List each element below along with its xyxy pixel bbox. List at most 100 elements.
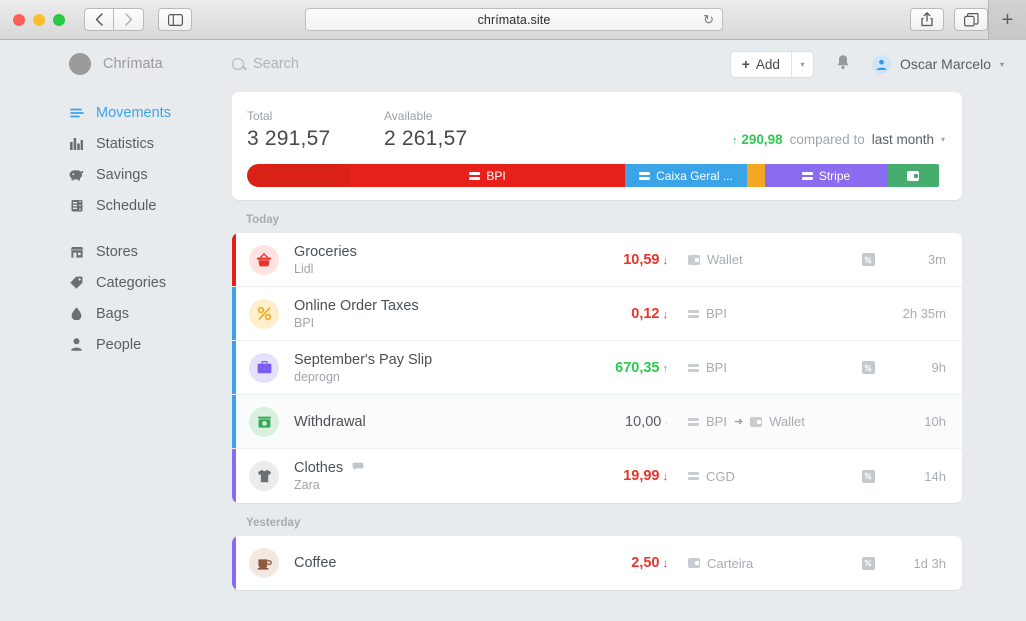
sidebar-item-label: Bags [96, 305, 130, 322]
search-input[interactable]: Search [232, 56, 299, 72]
briefcase-icon [249, 352, 279, 383]
table-row[interactable]: Coffee 2,50 ↓ Carteira 1d 3h [232, 536, 962, 590]
wallet-icon [688, 254, 700, 265]
sidebar: Movements Statistics Savings Schedule Stores… [0, 88, 232, 621]
sidebar-item-schedule[interactable]: Schedule [69, 190, 232, 221]
transaction-title-row: Withdrawal [294, 414, 625, 430]
sidebar-item-label: Schedule [96, 197, 157, 214]
add-button[interactable]: + Add [731, 52, 791, 77]
table-row[interactable]: Withdrawal 10,00 · BPI ➜ Wallet 10h [232, 395, 962, 449]
user-menu[interactable]: Oscar Marcelo ▾ [871, 54, 1004, 74]
account-name: BPI [706, 306, 727, 321]
transaction-subtitle: BPI [294, 315, 315, 330]
add-dropdown-button[interactable]: ▾ [790, 51, 813, 77]
share-button[interactable] [910, 8, 944, 31]
transaction-amount: 670,35 ↑ [615, 360, 668, 376]
total-value: 3 291,57 [247, 127, 331, 150]
sidebar-item-label: Movements [96, 104, 171, 121]
account-segment-stripe[interactable]: Stripe [765, 164, 887, 187]
available-label: Available [384, 109, 433, 123]
account-segment-unlabeled-0[interactable] [247, 164, 350, 187]
maximize-window-button[interactable] [53, 13, 65, 26]
account-name: Wallet [707, 252, 743, 267]
transaction-time: 1d 3h [913, 555, 946, 571]
transaction-title-row: Online Order Taxes [294, 298, 631, 314]
transaction-info: Withdrawal [279, 414, 625, 430]
transaction-title: Withdrawal [294, 413, 366, 430]
sidebar-item-categories[interactable]: Categories [69, 267, 232, 298]
day-group-label: Today [246, 214, 280, 226]
account-segment-unlabeled-3[interactable] [747, 164, 765, 187]
forward-button[interactable] [114, 8, 144, 31]
transaction-amount: 0,12 ↓ [631, 306, 668, 322]
account-segment-bpi[interactable]: BPI [350, 164, 625, 187]
percent-icon [249, 298, 279, 329]
bag-icon [69, 307, 84, 320]
transaction-title: September's Pay Slip [294, 351, 433, 368]
url-text: chrímata.site [477, 12, 551, 27]
account-name: Wallet [769, 414, 805, 429]
account-segment-unlabeled-5[interactable] [887, 164, 939, 187]
sidebar-item-bags[interactable]: Bags [69, 298, 232, 329]
table-row[interactable]: Groceries Lidl 10,59 ↓ Wallet 3m [232, 233, 962, 287]
receipt-icon[interactable] [861, 361, 875, 374]
sidebar-item-stores[interactable]: Stores [69, 236, 232, 267]
browser-toolbar-right [910, 8, 988, 31]
attachment-slot [848, 556, 888, 570]
transaction-info: Coffee [279, 555, 631, 571]
account-segment-label: Stripe [818, 168, 851, 183]
account-name: CGD [706, 468, 735, 484]
compare-prefix: compared to [789, 132, 865, 147]
brand[interactable]: Chrímata [0, 53, 232, 75]
card-icon [688, 309, 699, 318]
account-segment-label: Caixa Geral ... [656, 168, 733, 183]
card-icon [688, 472, 699, 480]
account-segment-caixageral[interactable]: Caixa Geral ... [625, 164, 747, 187]
sidebar-item-movements[interactable]: Movements [69, 97, 232, 128]
amount-value: 19,99 [623, 468, 660, 484]
reload-icon[interactable]: ↻ [703, 12, 714, 28]
minimize-window-button[interactable] [33, 13, 45, 26]
sidebar-item-statistics[interactable]: Statistics [69, 128, 232, 159]
transaction-accounts: BPI [668, 306, 848, 321]
window-traffic-lights [13, 13, 65, 26]
receipt-icon[interactable] [861, 469, 875, 483]
brand-logo-icon [69, 53, 91, 75]
table-row[interactable]: Online Order Taxes BPI 0,12 ↓ BPI 2h 35m [232, 287, 962, 341]
chevron-down-icon[interactable]: ▾ [941, 135, 945, 144]
sidebar-toggle-button[interactable] [158, 8, 192, 31]
transaction-time: 2h 35m [902, 306, 946, 321]
app-body: Movements Statistics Savings Schedule Stores… [0, 88, 1026, 621]
card-icon [801, 171, 813, 180]
attachment-slot [848, 253, 888, 266]
bell-icon[interactable] [836, 54, 850, 74]
card-icon [688, 417, 699, 426]
tab-overview-button[interactable] [954, 8, 988, 31]
compare-period[interactable]: last month [872, 132, 934, 147]
sidebar-item-people[interactable]: People [69, 329, 232, 360]
transaction-time: 3m [927, 252, 946, 267]
search-icon [232, 58, 244, 70]
transaction-title: Groceries [294, 243, 357, 260]
sidebar-item-savings[interactable]: Savings [69, 159, 232, 190]
transaction-info: Online Order Taxes BPI [279, 298, 631, 330]
back-button[interactable] [84, 8, 114, 31]
address-bar[interactable]: chrímata.site ↻ [305, 8, 723, 31]
wallet-icon [907, 170, 919, 181]
account-segment-label: BPI [486, 168, 506, 183]
new-tab-button[interactable]: + [988, 0, 1026, 40]
table-row[interactable]: September's Pay Slip deprogn 670,35 ↑ BPI 9h [232, 341, 962, 395]
available-value: 2 261,57 [384, 127, 468, 150]
transaction-groups: Today Groceries Lidl 10,59 ↓ Wallet 3m Online O… [232, 200, 962, 590]
receipt-icon[interactable] [861, 556, 875, 570]
delta-number: 290,98 [741, 132, 783, 147]
transaction-accounts: BPI ➜ Wallet [668, 414, 848, 429]
table-row[interactable]: Clothes Zara 19,99 ↓ CGD 14h [232, 449, 962, 503]
transaction-title: Coffee [294, 555, 337, 571]
user-name: Oscar Marcelo [899, 56, 991, 72]
note-icon[interactable] [352, 462, 364, 474]
row-accent-bar [232, 395, 236, 448]
receipt-icon[interactable] [861, 253, 875, 266]
row-accent-bar [232, 287, 236, 340]
close-window-button[interactable] [13, 13, 25, 26]
